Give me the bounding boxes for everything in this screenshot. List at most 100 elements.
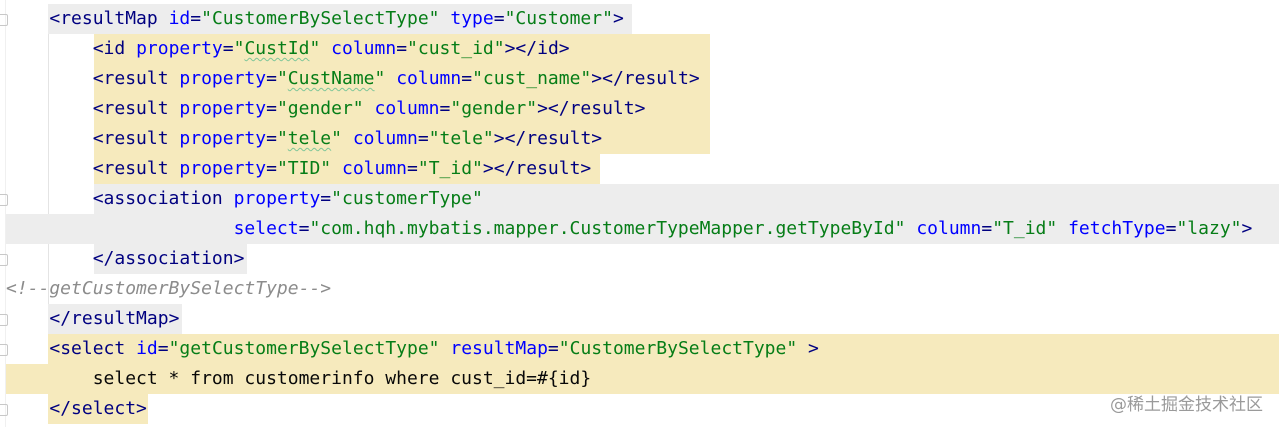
code-text: select * from customerinfo where cust_id… [6, 364, 592, 394]
code-token-attr: column [331, 38, 397, 59]
code-token-tag: = [981, 218, 993, 239]
code-token-tag: <id [92, 38, 137, 59]
code-token-attr: column [374, 98, 440, 119]
code-token-tag: ></result> [537, 98, 646, 119]
code-token-tag: = [439, 98, 451, 119]
code-token-tag: = [461, 68, 473, 89]
code-token-tag: = [266, 68, 277, 89]
code-token-attr: property [233, 188, 321, 209]
code-token-val: "customerType" [331, 188, 483, 209]
code-token-tag: = [320, 188, 332, 209]
code-token-tag: ></id> [504, 38, 570, 59]
code-token-tag: = [1165, 218, 1177, 239]
code-line[interactable]: </resultMap> [0, 304, 1279, 334]
code-line[interactable]: <result property="CustName" column="cust… [0, 64, 1279, 94]
code-token-attr: type [450, 8, 494, 29]
code-token-val: " [233, 38, 245, 59]
code-token-tag: <result [92, 68, 180, 89]
code-token-val: "CustomerBySelectType" [201, 8, 440, 29]
code-token-val: "cust_name" [472, 68, 592, 89]
code-line[interactable]: <association property="customerType" [0, 184, 1279, 214]
code-token-tag: = [407, 158, 418, 179]
code-token-attr: id [136, 338, 158, 359]
code-text: </resultMap> [6, 304, 179, 334]
code-token-val: "getCustomerBySelectType" [168, 338, 440, 359]
code-token-val: " [374, 68, 386, 89]
code-token-tag: ></result> [482, 158, 592, 179]
code-token-tag: ></result> [591, 68, 700, 89]
code-token-attr: property [179, 98, 267, 119]
code-token-val: "cust_id" [407, 38, 505, 59]
code-token-attr: column [916, 218, 982, 239]
code-token-attr: id [168, 8, 191, 29]
code-text: select="com.hqh.mybatis.mapper.CustomerT… [6, 214, 1253, 244]
code-token-val: "T_id" [992, 218, 1058, 239]
code-text: <select id="getCustomerBySelectType" res… [6, 334, 819, 364]
code-token-val: " [309, 38, 321, 59]
code-line[interactable]: <result property="gender" column="gender… [0, 94, 1279, 124]
code-token-val: " [331, 128, 342, 149]
code-line[interactable]: </select> [0, 394, 1279, 424]
code-token-tag: = [157, 338, 169, 359]
watermark: @稀土掘金技术社区 [1110, 395, 1263, 415]
code-token-attr: property [136, 38, 223, 59]
code-token-tag: = [396, 38, 408, 59]
code-token-tag: = [266, 128, 277, 149]
code-token-tag: > [612, 8, 624, 29]
code-token-tag: <association [92, 188, 234, 209]
code-token-tag: > [797, 338, 819, 359]
code-text: <result property="tele" column="tele"></… [6, 124, 602, 154]
code-line[interactable]: select="com.hqh.mybatis.mapper.CustomerT… [0, 214, 1279, 244]
code-text: </association> [6, 244, 245, 274]
code-token-tag: <select [49, 338, 137, 359]
code-token-val: tele [287, 128, 332, 149]
code-token-val: "TID" [276, 158, 332, 179]
code-token-tag: = [298, 218, 310, 239]
code-line[interactable]: </association> [0, 244, 1279, 274]
code-text: <result property="CustName" column="cust… [6, 64, 700, 94]
code-token-val: " [276, 128, 288, 149]
code-token-attr: column [341, 158, 408, 179]
code-text: <!--getCustomerBySelectType--> [6, 274, 331, 304]
code-token-val: "T_id" [417, 158, 483, 179]
code-line[interactable]: <id property="CustId" column="cust_id"><… [0, 34, 1279, 64]
code-line[interactable]: <result property="TID" column="T_id"></r… [0, 154, 1279, 184]
code-token-val: "tele" [428, 128, 494, 149]
code-line[interactable]: <select id="getCustomerBySelectType" res… [0, 334, 1279, 364]
code-line[interactable]: <!--getCustomerBySelectType--> [0, 274, 1279, 304]
code-token-val: CustName [287, 68, 375, 89]
code-line[interactable]: select * from customerinfo where cust_id… [0, 364, 1279, 394]
code-token-tag: <resultMap [49, 8, 169, 29]
code-token-val: "lazy" [1176, 218, 1242, 239]
code-token-tag: = [417, 128, 429, 149]
code-token-attr: column [396, 68, 462, 89]
code-token-val: "com.hqh.mybatis.mapper.CustomerTypeMapp… [309, 218, 906, 239]
code-token-attr: property [179, 128, 267, 149]
code-token-tag: <result [92, 98, 180, 119]
code-token-attr: resultMap [450, 338, 548, 359]
code-token-tag: </resultMap> [49, 308, 180, 329]
code-token-plain: select * from customerinfo where cust_id… [6, 368, 592, 389]
code-token-val: "gender" [450, 98, 538, 119]
code-line[interactable]: <result property="tele" column="tele"></… [0, 124, 1279, 154]
code-text: <result property="gender" column="gender… [6, 94, 646, 124]
code-line[interactable]: <resultMap id="CustomerBySelectType" typ… [0, 4, 1279, 34]
code-token-tag: <result [92, 128, 180, 149]
code-token-val: "CustomerBySelectType" [558, 338, 798, 359]
